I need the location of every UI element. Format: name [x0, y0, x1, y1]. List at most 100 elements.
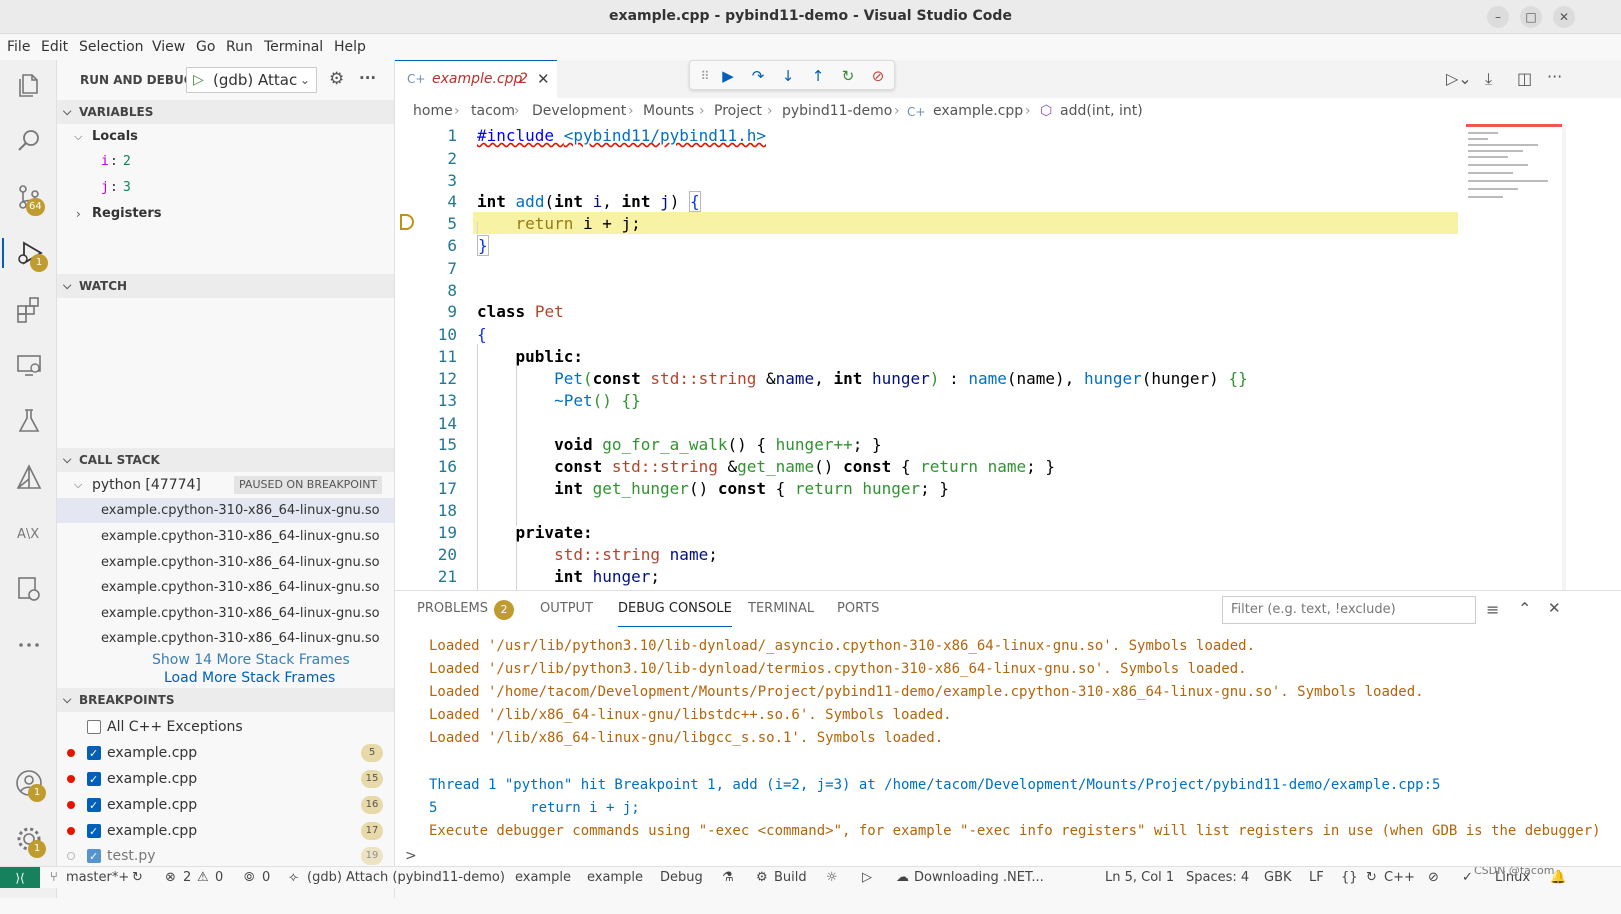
- editor-tab-example-cpp[interactable]: C+ example.cpp 2 ✕: [395, 60, 557, 98]
- encoding[interactable]: GBK: [1264, 870, 1292, 885]
- step-out-icon[interactable]: ↑: [807, 65, 829, 87]
- run-debug-icon[interactable]: 1: [2, 238, 48, 272]
- breakpoint-item[interactable]: example.cpp 16: [57, 792, 394, 819]
- close-tab-icon[interactable]: ✕: [537, 70, 550, 88]
- explorer-icon[interactable]: [14, 70, 44, 100]
- cmake-target-2[interactable]: example: [587, 870, 643, 885]
- stack-frame[interactable]: example.cpython-310-x86_64-linux-gnu.so: [57, 550, 394, 575]
- build-type[interactable]: Debug: [660, 870, 703, 885]
- breakpoint-checkbox[interactable]: [87, 793, 101, 819]
- debug-settings-gear-icon[interactable]: ⚙: [329, 69, 344, 89]
- step-into-icon[interactable]: ↓: [777, 65, 799, 87]
- tab-problems[interactable]: PROBLEMS: [417, 601, 488, 627]
- step-over-icon[interactable]: ↷: [747, 65, 769, 87]
- ports-count[interactable]: 0: [262, 870, 270, 885]
- code-editor[interactable]: 1 2 3 4 5 6 7 8 9 10 11 12 13 14 15 16 1…: [395, 124, 1621, 590]
- stack-frame[interactable]: example.cpython-310-x86_64-linux-gnu.so: [57, 575, 394, 600]
- language-mode[interactable]: C++: [1384, 870, 1415, 885]
- indentation[interactable]: Spaces: 4: [1186, 870, 1249, 885]
- variable-row[interactable]: j: 3: [57, 176, 394, 200]
- cmake-icon[interactable]: [14, 462, 44, 492]
- more-actions-icon[interactable]: ···: [359, 69, 376, 87]
- manage-gear-icon[interactable]: 1: [14, 824, 46, 858]
- downloading-status[interactable]: Downloading .NET...: [914, 870, 1044, 885]
- close-window-button[interactable]: ✕: [1553, 6, 1575, 28]
- close-panel-icon[interactable]: ✕: [1548, 599, 1561, 617]
- download-icon[interactable]: ⤓: [1485, 69, 1492, 89]
- maximize-button[interactable]: □: [1520, 6, 1542, 28]
- breadcrumb-item[interactable]: example.cpp: [933, 103, 1023, 119]
- breakpoint-checkbox[interactable]: [87, 819, 101, 845]
- tab-terminal[interactable]: TERMINAL: [748, 601, 814, 627]
- clear-console-icon[interactable]: ≡: [1486, 600, 1499, 619]
- minimize-button[interactable]: –: [1487, 6, 1509, 28]
- console-filter-input[interactable]: Filter (e.g. text, !exclude): [1222, 596, 1476, 624]
- breakpoint-item[interactable]: example.cpp 5: [57, 740, 394, 767]
- cmake-target[interactable]: example: [515, 870, 571, 885]
- maximize-panel-icon[interactable]: ⌃: [1518, 599, 1531, 618]
- show-more-frames-link[interactable]: Show 14 More Stack Frames: [152, 652, 350, 668]
- notifications-bell-icon[interactable]: 🔔: [1550, 870, 1566, 885]
- testing-icon[interactable]: [14, 406, 44, 436]
- breakpoint-checkbox[interactable]: [87, 844, 101, 870]
- more-views-icon[interactable]: [14, 630, 44, 660]
- continue-icon[interactable]: ▶: [717, 65, 739, 87]
- tab-output[interactable]: OUTPUT: [540, 601, 593, 627]
- breakpoint-item[interactable]: All C++ Exceptions: [57, 714, 394, 740]
- disconnect-icon[interactable]: ⊘: [867, 65, 889, 87]
- cursor-position[interactable]: Ln 5, Col 1: [1105, 870, 1174, 885]
- build-button[interactable]: Build: [774, 870, 807, 885]
- variables-section-header[interactable]: ⌵ VARIABLES: [57, 100, 394, 124]
- locals-scope[interactable]: ⌵ Locals: [57, 125, 394, 149]
- refresh-icon[interactable]: ↻: [1366, 870, 1377, 885]
- menu-selection[interactable]: Selection: [79, 39, 144, 55]
- start-debugging-icon[interactable]: ▷: [193, 72, 204, 88]
- remote-explorer-icon[interactable]: [14, 350, 44, 380]
- console-input-prompt[interactable]: >: [405, 848, 417, 864]
- flask-icon[interactable]: ⚗: [722, 870, 734, 885]
- stack-frame[interactable]: example.cpython-310-x86_64-linux-gnu.so: [57, 626, 394, 651]
- tab-ports[interactable]: PORTS: [837, 601, 879, 627]
- breadcrumb-item[interactable]: home: [413, 103, 453, 119]
- registers-scope[interactable]: › Registers: [57, 202, 394, 226]
- sync-icon[interactable]: ↻: [132, 870, 143, 885]
- cpp-config-icon[interactable]: [14, 574, 44, 604]
- menu-go[interactable]: Go: [196, 39, 215, 55]
- breakpoint-item[interactable]: example.cpp 17: [57, 818, 394, 845]
- breadcrumb-item[interactable]: add(int, int): [1060, 103, 1143, 119]
- menu-view[interactable]: View: [152, 39, 185, 55]
- minimap[interactable]: [1460, 124, 1570, 224]
- breadcrumb-item[interactable]: pybind11-demo: [782, 103, 892, 119]
- menu-edit[interactable]: Edit: [41, 39, 68, 55]
- breakpoint-item[interactable]: example.cpp 15: [57, 766, 394, 793]
- breakpoint-checkbox[interactable]: [87, 720, 101, 734]
- debug-config-status[interactable]: (gdb) Attach (pybind11-demo): [307, 870, 505, 885]
- variable-row[interactable]: i: 2: [57, 150, 394, 174]
- breakpoints-section-header[interactable]: ⌵ BREAKPOINTS: [57, 688, 394, 712]
- drag-handle-icon[interactable]: ⠿: [694, 65, 716, 87]
- menu-help[interactable]: Help: [334, 39, 366, 55]
- accounts-icon[interactable]: 1: [14, 768, 46, 802]
- breakpoint-checkbox[interactable]: [87, 767, 101, 793]
- ax-extension-icon[interactable]: A\X: [14, 518, 44, 548]
- split-editor-icon[interactable]: ◫: [1517, 69, 1532, 88]
- language-braces[interactable]: {}: [1341, 870, 1358, 885]
- run-toolbar-icon[interactable]: ▷⌄: [1446, 69, 1472, 88]
- end-of-line[interactable]: LF: [1309, 870, 1324, 885]
- error-count[interactable]: 2: [183, 870, 191, 885]
- restart-icon[interactable]: ↻: [837, 65, 859, 87]
- run-icon[interactable]: ▷: [862, 870, 872, 885]
- call-stack-section-header[interactable]: ⌵ CALL STACK: [57, 448, 394, 472]
- menu-run[interactable]: Run: [226, 39, 253, 55]
- stack-frame[interactable]: example.cpython-310-x86_64-linux-gnu.so: [57, 524, 394, 549]
- breakpoint-checkbox[interactable]: [87, 741, 101, 767]
- search-icon[interactable]: [14, 126, 44, 156]
- extensions-icon[interactable]: [14, 294, 44, 324]
- watch-section-header[interactable]: ⌵ WATCH: [57, 274, 394, 298]
- branch-label[interactable]: master*+: [66, 870, 129, 885]
- stack-frame[interactable]: example.cpython-310-x86_64-linux-gnu.so: [57, 498, 394, 523]
- tab-debug-console[interactable]: DEBUG CONSOLE: [618, 601, 732, 627]
- load-more-frames-link[interactable]: Load More Stack Frames: [164, 670, 335, 686]
- source-control-icon[interactable]: 64: [14, 182, 45, 216]
- debug-config-select[interactable]: ▷ (gdb) Attac ⌄: [186, 67, 317, 93]
